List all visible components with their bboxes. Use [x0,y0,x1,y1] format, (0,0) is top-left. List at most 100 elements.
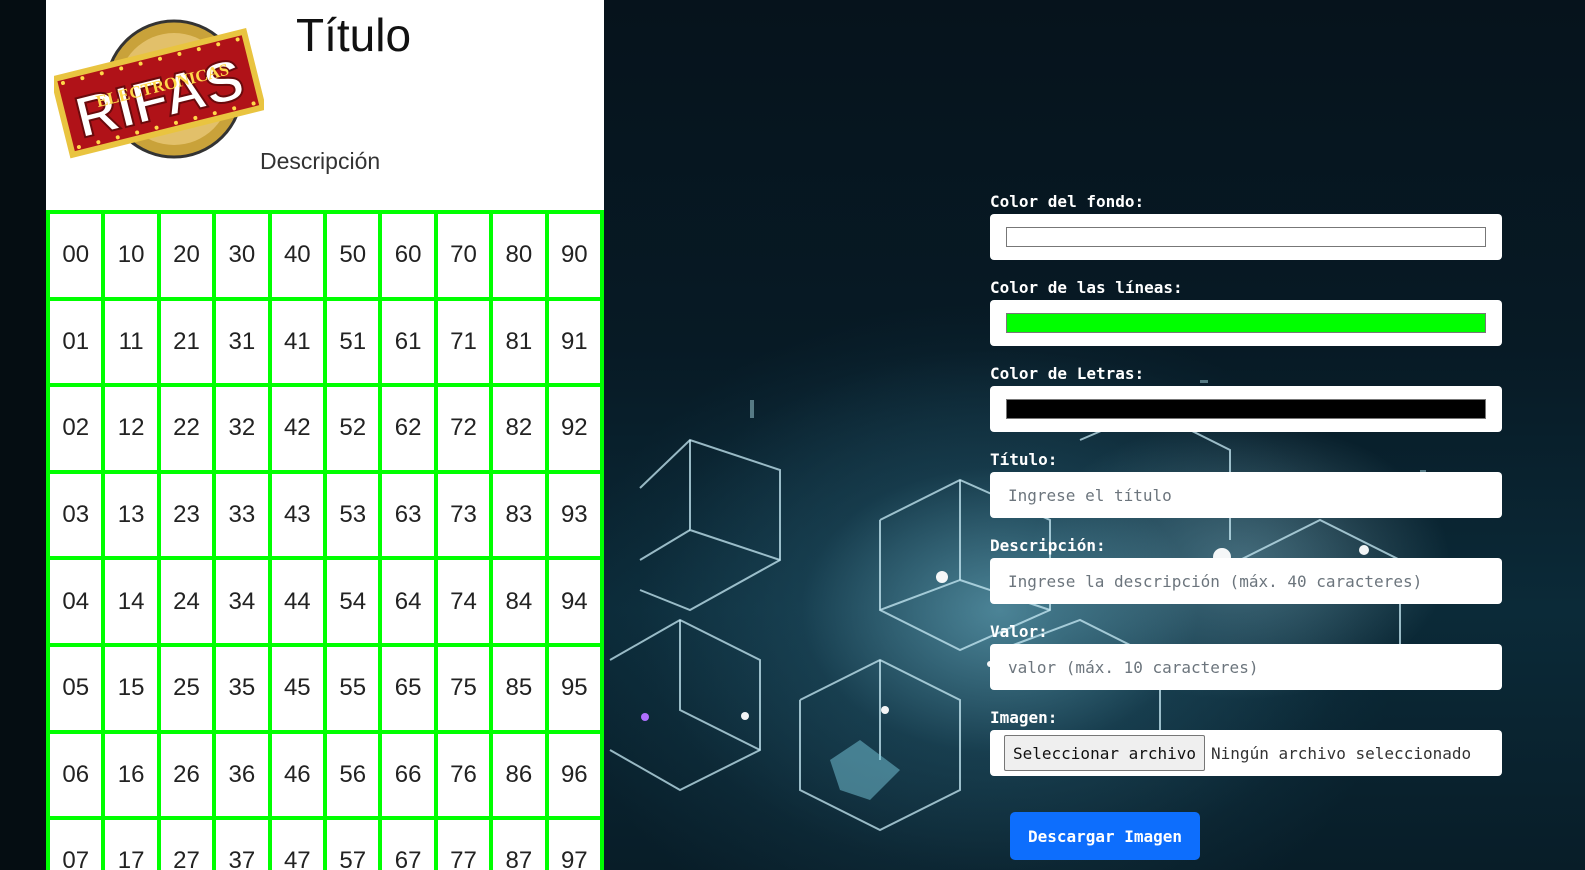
number-cell: 23 [160,473,217,561]
number-cell: 93 [548,473,604,561]
number-cell: 35 [216,646,272,734]
number-cell: 94 [548,560,604,647]
number-grid: 00 10 20 30 40 50 60 70 80 90 01 11 21 31 41 51 61 71 81 91… [46,210,604,870]
number-cell: 71 [437,300,494,388]
number-cell: 50 [327,214,383,301]
number-cell: 03 [50,473,106,561]
number-cell: 91 [548,300,604,388]
number-cell: 12 [105,387,161,474]
number-cell: 64 [382,560,438,647]
number-cell: 27 [161,820,217,870]
number-cell: 51 [327,300,383,388]
number-cell: 65 [382,646,438,734]
number-cell: 80 [493,214,549,301]
settings-form: Color del fondo: Color de las líneas: Co… [990,190,1502,792]
number-cell: 83 [493,473,549,561]
number-cell: 32 [216,387,272,474]
number-cell: 14 [105,560,161,647]
number-cell: 02 [50,387,106,474]
number-cell: 15 [105,646,161,734]
number-cell: 22 [160,387,217,474]
number-cell: 40 [271,214,327,301]
image-file-input[interactable]: Seleccionar archivo Ningún archivo selec… [990,730,1502,776]
number-cell: 67 [382,820,438,870]
number-cell: 73 [437,473,494,561]
number-cell: 13 [105,473,161,561]
number-cell: 37 [216,820,272,870]
title-field-wrap [990,472,1502,518]
number-cell: 72 [437,387,494,474]
number-cell: 07 [50,820,106,870]
number-cell: 97 [549,820,604,870]
description-field-wrap [990,558,1502,604]
number-cell: 95 [548,646,604,734]
number-cell: 06 [50,733,106,821]
lines-color-label: Color de las líneas: [990,278,1183,297]
number-cell: 34 [216,560,272,647]
bg-color-picker[interactable] [990,214,1502,260]
download-image-button[interactable]: Descargar Imagen [1010,812,1200,860]
number-cell: 54 [327,560,383,647]
number-cell: 44 [271,560,327,647]
number-cell: 84 [493,560,549,647]
number-cell: 62 [382,387,438,474]
number-cell: 20 [160,214,217,301]
number-cell: 53 [327,473,383,561]
number-cell: 41 [271,300,327,388]
title-input[interactable] [1006,484,1486,506]
number-cell: 05 [50,646,106,734]
number-cell: 57 [327,820,383,870]
ticket-description: Descripción [260,148,381,174]
letters-color-label: Color de Letras: [990,364,1145,383]
bg-color-swatch[interactable] [1006,227,1486,247]
number-cell: 81 [493,300,549,388]
rifas-electronicas-logo: RIFAS ELECTRONICAS [50,14,267,164]
description-label: Descripción: [990,536,1106,555]
value-input[interactable] [1006,656,1486,678]
ticket-title: Título [296,9,412,61]
number-cell: 24 [160,560,217,647]
number-cell: 82 [493,387,549,474]
number-cell: 00 [50,214,106,301]
number-cell: 66 [382,733,438,821]
number-cell: 01 [50,300,106,388]
number-cell: 10 [105,214,161,301]
number-cell: 75 [437,646,494,734]
letters-color-swatch[interactable] [1006,399,1486,419]
bg-color-label: Color del fondo: [990,192,1145,211]
number-cell: 26 [160,733,217,821]
number-cell: 86 [493,733,549,821]
number-cell: 60 [382,214,438,301]
number-cell: 55 [327,646,383,734]
file-status-text: Ningún archivo seleccionado [1211,743,1472,763]
number-cell: 96 [548,733,604,821]
lines-color-picker[interactable] [990,300,1502,346]
value-field-wrap [990,644,1502,690]
lines-color-swatch[interactable] [1006,313,1486,333]
number-cell: 76 [437,733,494,821]
number-cell: 17 [105,820,161,870]
number-cell: 63 [382,473,438,561]
ticket-preview: RIFAS ELECTRONICAS Título Descripción 00… [46,0,604,870]
number-cell: 33 [216,473,272,561]
number-cell: 92 [548,387,604,474]
number-cell: 70 [437,214,494,301]
number-cell: 61 [382,300,438,388]
image-label: Imagen: [990,708,1058,727]
number-cell: 16 [105,733,161,821]
number-cell: 85 [493,646,549,734]
left-edge-strip [0,0,46,870]
number-cell: 04 [50,560,106,647]
number-cell: 46 [271,733,327,821]
letters-color-picker[interactable] [990,386,1502,432]
number-cell: 74 [437,560,494,647]
select-file-button[interactable]: Seleccionar archivo [1004,735,1206,771]
description-input[interactable] [1006,570,1486,592]
number-cell: 25 [160,646,217,734]
value-label: Valor: [990,622,1048,641]
number-cell: 31 [216,300,272,388]
number-cell: 21 [160,300,217,388]
number-cell: 87 [493,820,549,870]
number-cell: 47 [272,820,327,870]
number-cell: 77 [438,820,494,870]
